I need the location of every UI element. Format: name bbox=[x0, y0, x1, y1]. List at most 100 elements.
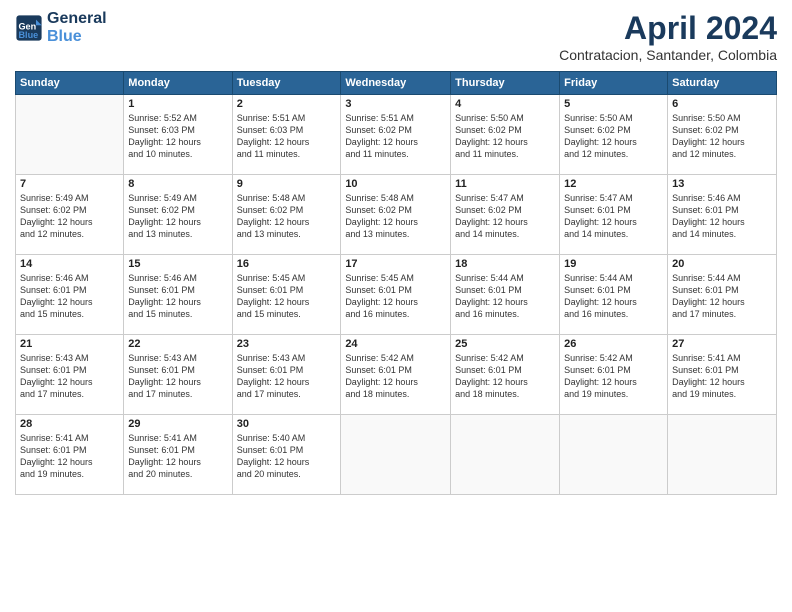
day-number: 25 bbox=[455, 338, 555, 350]
calendar-cell: 20 Sunrise: 5:44 AMSunset: 6:01 PMDayligh… bbox=[668, 255, 777, 335]
day-number: 28 bbox=[20, 418, 119, 430]
calendar-cell: 2 Sunrise: 5:51 AMSunset: 6:03 PMDaylight… bbox=[232, 95, 341, 175]
day-number: 5 bbox=[564, 98, 663, 110]
day-number: 30 bbox=[237, 418, 337, 430]
weekday-header-wednesday: Wednesday bbox=[341, 72, 451, 95]
day-number: 18 bbox=[455, 258, 555, 270]
day-number: 14 bbox=[20, 258, 119, 270]
day-info: Sunrise: 5:48 AMSunset: 6:02 PMDaylight:… bbox=[237, 193, 310, 239]
calendar-cell: 28Sunrise: 5:41 AMSunset: 6:01 PMDayligh… bbox=[16, 415, 124, 495]
calendar-cell bbox=[16, 95, 124, 175]
calendar-cell: 16 Sunrise: 5:45 AMSunset: 6:01 PMDayligh… bbox=[232, 255, 341, 335]
week-row-5: 28 Sunrise: 5:41 AMSunset: 6:01 PMDayligh… bbox=[16, 415, 777, 495]
day-info: Sunrise: 5:49 AMSunset: 6:02 PMDaylight:… bbox=[20, 193, 93, 239]
week-row-2: 7 Sunrise: 5:49 AMSunset: 6:02 PMDaylight… bbox=[16, 175, 777, 255]
day-info: Sunrise: 5:47 AMSunset: 6:01 PMDaylight:… bbox=[564, 193, 637, 239]
day-info: Sunrise: 5:42 AMSunset: 6:01 PMDaylight:… bbox=[455, 353, 528, 399]
day-info: Sunrise: 5:42 AMSunset: 6:01 PMDaylight:… bbox=[345, 353, 418, 399]
day-number: 26 bbox=[564, 338, 663, 350]
day-info: Sunrise: 5:41 AMSunset: 6:01 PMDaylight:… bbox=[128, 433, 201, 479]
day-number: 4 bbox=[455, 98, 555, 110]
day-info: Sunrise: 5:48 AMSunset: 6:02 PMDaylight:… bbox=[345, 193, 418, 239]
day-number: 17 bbox=[345, 258, 446, 270]
weekday-header-row: SundayMondayTuesdayWednesdayThursdayFrid… bbox=[16, 72, 777, 95]
day-info: Sunrise: 5:50 AMSunset: 6:02 PMDaylight:… bbox=[564, 113, 637, 159]
day-info: Sunrise: 5:42 AMSunset: 6:01 PMDaylight:… bbox=[564, 353, 637, 399]
location-title: Contratacion, Santander, Colombia bbox=[559, 47, 777, 63]
day-number: 19 bbox=[564, 258, 663, 270]
day-info: Sunrise: 5:46 AMSunset: 6:01 PMDaylight:… bbox=[20, 273, 93, 319]
day-info: Sunrise: 5:46 AMSunset: 6:01 PMDaylight:… bbox=[128, 273, 201, 319]
day-info: Sunrise: 5:44 AMSunset: 6:01 PMDaylight:… bbox=[564, 273, 637, 319]
week-row-3: 14 Sunrise: 5:46 AMSunset: 6:01 PMDayligh… bbox=[16, 255, 777, 335]
day-info: Sunrise: 5:45 AMSunset: 6:01 PMDaylight:… bbox=[237, 273, 310, 319]
day-info: Sunrise: 5:44 AMSunset: 6:01 PMDaylight:… bbox=[672, 273, 745, 319]
week-row-1: 1 Sunrise: 5:52 AMSunset: 6:03 PMDaylight… bbox=[16, 95, 777, 175]
calendar-cell: 3 Sunrise: 5:51 AMSunset: 6:02 PMDaylight… bbox=[341, 95, 451, 175]
calendar-table: SundayMondayTuesdayWednesdayThursdayFrid… bbox=[15, 71, 777, 495]
day-number: 27 bbox=[672, 338, 772, 350]
day-number: 11 bbox=[455, 178, 555, 190]
week-row-4: 21 Sunrise: 5:43 AMSunset: 6:01 PMDayligh… bbox=[16, 335, 777, 415]
calendar-cell: 26 Sunrise: 5:42 AMSunset: 6:01 PMDayligh… bbox=[560, 335, 668, 415]
calendar-cell: 4 Sunrise: 5:50 AMSunset: 6:02 PMDaylight… bbox=[451, 95, 560, 175]
day-info: Sunrise: 5:49 AMSunset: 6:02 PMDaylight:… bbox=[128, 193, 201, 239]
day-info: Sunrise: 5:51 AMSunset: 6:03 PMDaylight:… bbox=[237, 113, 310, 159]
day-number: 10 bbox=[345, 178, 446, 190]
svg-text:Blue: Blue bbox=[19, 29, 39, 39]
day-info: Sunrise: 5:45 AMSunset: 6:01 PMDaylight:… bbox=[345, 273, 418, 319]
day-info: Sunrise: 5:47 AMSunset: 6:02 PMDaylight:… bbox=[455, 193, 528, 239]
page-container: Gen Blue General Blue April 2024 Contrat… bbox=[0, 0, 792, 505]
weekday-header-monday: Monday bbox=[124, 72, 232, 95]
day-number: 15 bbox=[128, 258, 227, 270]
calendar-cell: 1 Sunrise: 5:52 AMSunset: 6:03 PMDaylight… bbox=[124, 95, 232, 175]
calendar-cell: 23Sunrise: 5:43 AMSunset: 6:01 PMDayligh… bbox=[232, 335, 341, 415]
calendar-cell: 21 Sunrise: 5:43 AMSunset: 6:01 PMDayligh… bbox=[16, 335, 124, 415]
calendar-cell bbox=[341, 415, 451, 495]
weekday-header-sunday: Sunday bbox=[16, 72, 124, 95]
calendar-cell: 8 Sunrise: 5:49 AMSunset: 6:02 PMDaylight… bbox=[124, 175, 232, 255]
calendar-cell: 6 Sunrise: 5:50 AMSunset: 6:02 PMDaylight… bbox=[668, 95, 777, 175]
calendar-cell: 13Sunrise: 5:46 AMSunset: 6:01 PMDayligh… bbox=[668, 175, 777, 255]
calendar-cell: 17 Sunrise: 5:45 AMSunset: 6:01 PMDayligh… bbox=[341, 255, 451, 335]
logo: Gen Blue General Blue bbox=[15, 10, 107, 45]
title-area: April 2024 Contratacion, Santander, Colo… bbox=[559, 10, 777, 63]
day-info: Sunrise: 5:52 AMSunset: 6:03 PMDaylight:… bbox=[128, 113, 201, 159]
day-number: 1 bbox=[128, 98, 227, 110]
logo-icon: Gen Blue bbox=[15, 14, 43, 42]
calendar-cell: 18Sunrise: 5:44 AMSunset: 6:01 PMDayligh… bbox=[451, 255, 560, 335]
day-number: 3 bbox=[345, 98, 446, 110]
calendar-cell: 11 Sunrise: 5:47 AMSunset: 6:02 PMDayligh… bbox=[451, 175, 560, 255]
day-info: Sunrise: 5:50 AMSunset: 6:02 PMDaylight:… bbox=[672, 113, 745, 159]
calendar-cell: 10 Sunrise: 5:48 AMSunset: 6:02 PMDayligh… bbox=[341, 175, 451, 255]
weekday-header-friday: Friday bbox=[560, 72, 668, 95]
calendar-cell: 19 Sunrise: 5:44 AMSunset: 6:01 PMDayligh… bbox=[560, 255, 668, 335]
day-number: 16 bbox=[237, 258, 337, 270]
day-info: Sunrise: 5:40 AMSunset: 6:01 PMDaylight:… bbox=[237, 433, 310, 479]
day-number: 7 bbox=[20, 178, 119, 190]
calendar-cell: 9 Sunrise: 5:48 AMSunset: 6:02 PMDaylight… bbox=[232, 175, 341, 255]
day-number: 9 bbox=[237, 178, 337, 190]
day-number: 23 bbox=[237, 338, 337, 350]
weekday-header-saturday: Saturday bbox=[668, 72, 777, 95]
day-info: Sunrise: 5:51 AMSunset: 6:02 PMDaylight:… bbox=[345, 113, 418, 159]
calendar-cell: 29 Sunrise: 5:41 AMSunset: 6:01 PMDayligh… bbox=[124, 415, 232, 495]
calendar-cell: 15 Sunrise: 5:46 AMSunset: 6:01 PMDayligh… bbox=[124, 255, 232, 335]
day-info: Sunrise: 5:50 AMSunset: 6:02 PMDaylight:… bbox=[455, 113, 528, 159]
day-number: 20 bbox=[672, 258, 772, 270]
calendar-cell: 12Sunrise: 5:47 AMSunset: 6:01 PMDayligh… bbox=[560, 175, 668, 255]
month-title: April 2024 bbox=[559, 10, 777, 47]
logo-text: General Blue bbox=[47, 10, 107, 45]
day-info: Sunrise: 5:43 AMSunset: 6:01 PMDaylight:… bbox=[20, 353, 93, 399]
calendar-cell: 5 Sunrise: 5:50 AMSunset: 6:02 PMDaylight… bbox=[560, 95, 668, 175]
day-number: 2 bbox=[237, 98, 337, 110]
header: Gen Blue General Blue April 2024 Contrat… bbox=[15, 10, 777, 63]
day-info: Sunrise: 5:43 AMSunset: 6:01 PMDaylight:… bbox=[128, 353, 201, 399]
day-number: 8 bbox=[128, 178, 227, 190]
calendar-cell: 22Sunrise: 5:43 AMSunset: 6:01 PMDayligh… bbox=[124, 335, 232, 415]
calendar-cell bbox=[560, 415, 668, 495]
day-number: 6 bbox=[672, 98, 772, 110]
day-number: 29 bbox=[128, 418, 227, 430]
day-number: 21 bbox=[20, 338, 119, 350]
calendar-cell: 7 Sunrise: 5:49 AMSunset: 6:02 PMDaylight… bbox=[16, 175, 124, 255]
